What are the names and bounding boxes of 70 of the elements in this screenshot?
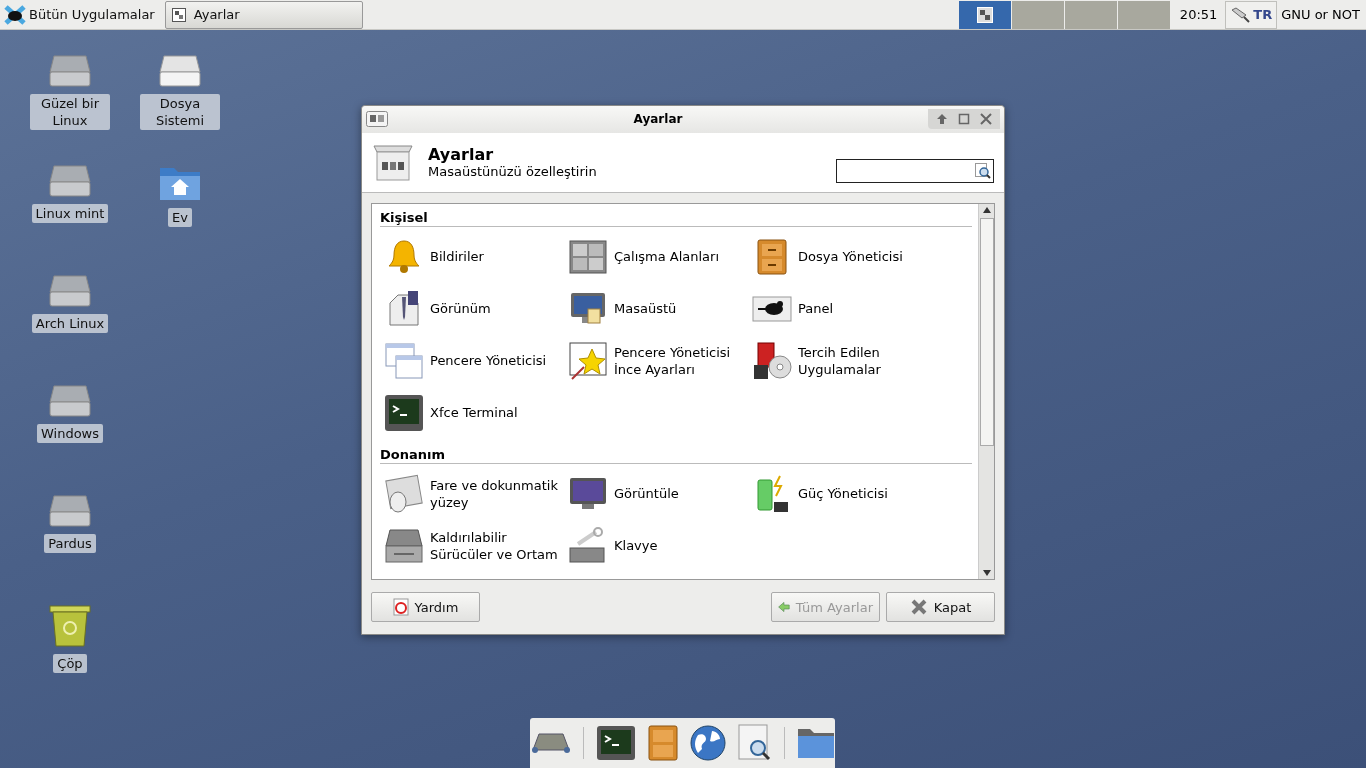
drive-icon[interactable] xyxy=(48,384,92,418)
scroll-up-icon[interactable] xyxy=(982,206,991,213)
settings-item[interactable]: Görüntüle xyxy=(614,485,679,503)
window-title: Ayarlar xyxy=(632,112,684,127)
scrollbar[interactable] xyxy=(978,203,994,579)
close-icon xyxy=(909,598,928,616)
settings-item[interactable]: Çalışma Alanları xyxy=(614,248,720,266)
search-icon xyxy=(975,163,991,180)
settings-item[interactable]: Pencere Yöneticisi İnce Ayarları xyxy=(614,343,748,378)
drive-icon[interactable] xyxy=(158,54,202,88)
folder-icon[interactable] xyxy=(796,727,835,759)
drive-icon[interactable] xyxy=(48,274,92,308)
maximize-icon[interactable] xyxy=(958,113,970,126)
keyboard-layout-button[interactable]: TR xyxy=(1225,0,1278,29)
terminal-icon[interactable] xyxy=(595,725,636,761)
scroll-down-icon[interactable] xyxy=(982,570,991,576)
desktop-icon-label[interactable]: Dosya Sistemi xyxy=(140,94,220,130)
layout-code: TR xyxy=(1253,7,1273,22)
close-icon[interactable] xyxy=(980,113,992,126)
desktop-icon-label[interactable]: Güzel bir Linux xyxy=(30,94,110,130)
terminal-icon xyxy=(384,392,424,433)
settings-item[interactable]: Görünüm xyxy=(430,300,491,318)
desktop-icon-label[interactable]: Windows xyxy=(37,424,103,443)
category-heading: Kişisel xyxy=(380,207,972,227)
settings-item[interactable]: Xfce Terminal xyxy=(430,404,518,422)
drive-icon[interactable] xyxy=(48,54,92,88)
desktop-icon-label[interactable]: Arch Linux xyxy=(31,314,109,333)
globe-icon[interactable] xyxy=(689,725,726,761)
search-field[interactable] xyxy=(836,159,994,184)
lifebuoy-icon xyxy=(392,598,409,616)
document-search-icon[interactable] xyxy=(737,724,772,762)
drive-icon[interactable] xyxy=(48,494,92,528)
settings-window-icon xyxy=(171,7,186,22)
trash-can-icon[interactable] xyxy=(48,604,92,648)
settings-box-icon xyxy=(372,142,414,183)
star-icon xyxy=(568,340,608,381)
disk-icon xyxy=(752,340,792,381)
window-thumbnail-icon xyxy=(976,6,993,23)
desktop-icon-label[interactable]: Çöp xyxy=(53,654,87,673)
desktop-icon-label[interactable]: Linux mint xyxy=(31,204,109,223)
arrow-up-icon[interactable] xyxy=(936,113,948,126)
settings-item[interactable]: Fare ve dokunmatik yüzey xyxy=(430,476,564,511)
settings-item[interactable]: Dosya Yöneticisi xyxy=(798,248,903,266)
desktop-icon[interactable] xyxy=(530,732,571,754)
close-button[interactable]: Kapat xyxy=(886,592,995,622)
dialog-subtitle: Masaüstünüzü özelleştirin xyxy=(428,164,598,180)
settings-item[interactable]: Güç Yöneticisi xyxy=(798,485,888,503)
cabinet-icon[interactable] xyxy=(647,725,678,761)
settings-item[interactable]: Kaldırılabilir Sürücüler ve Ortam xyxy=(430,528,564,563)
settings-item[interactable]: Pencere Yöneticisi xyxy=(430,352,547,370)
applications-menu-button[interactable]: Bütün Uygulamalar xyxy=(4,0,161,29)
settings-item[interactable]: Panel xyxy=(798,300,834,318)
desktop-icon-label[interactable]: Pardus xyxy=(44,534,96,553)
dialog-title: Ayarlar xyxy=(428,145,495,165)
clock: 20:51 xyxy=(1179,7,1218,22)
settings-item[interactable]: Masaüstü xyxy=(614,300,677,318)
user-name: GNU or NOT xyxy=(1281,7,1361,22)
arrow-left-icon xyxy=(778,599,790,615)
taskbar-button[interactable]: Ayarlar xyxy=(164,0,363,29)
window-menu-icon[interactable] xyxy=(366,111,388,128)
mouse-logo-icon xyxy=(4,4,26,25)
category-heading: Donanım xyxy=(380,444,972,464)
settings-item[interactable]: Klavye xyxy=(614,537,658,555)
drive-icon[interactable] xyxy=(48,164,92,198)
workspace-button[interactable] xyxy=(958,0,1011,29)
settings-item[interactable]: Bildiriler xyxy=(430,248,484,266)
help-button[interactable]: Yardım xyxy=(371,592,480,622)
window-icon xyxy=(384,340,424,381)
settings-item[interactable]: Tercih Edilen Uygulamalar xyxy=(798,343,932,378)
desktop-icon-label[interactable]: Ev xyxy=(168,208,192,227)
